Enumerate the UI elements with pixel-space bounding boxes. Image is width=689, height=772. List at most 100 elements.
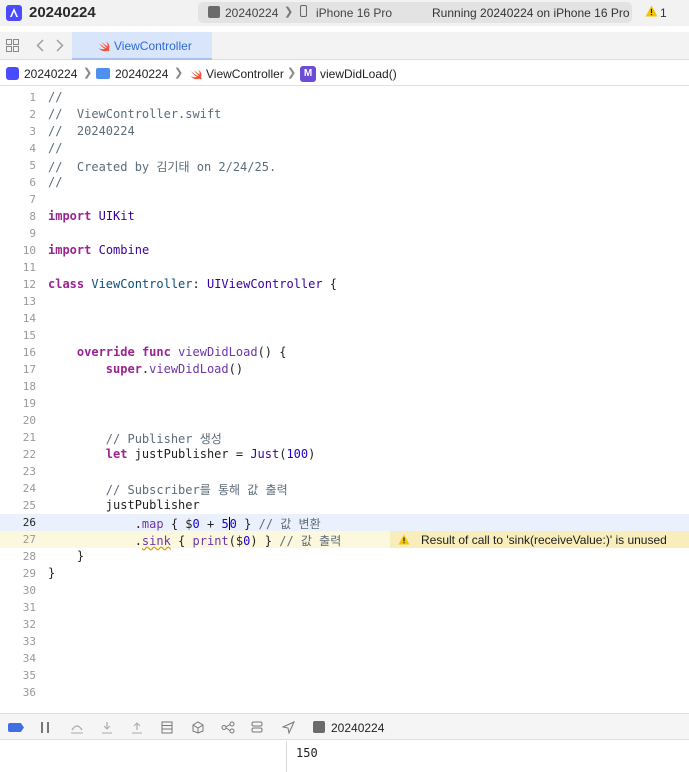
line-number: 17 [22, 363, 36, 376]
code-line[interactable]: 17 super.viewDidLoad() [0, 361, 689, 378]
line-number: 32 [22, 618, 36, 631]
code-line[interactable]: 8 import UIKit [0, 208, 689, 225]
line-number: 35 [22, 669, 36, 682]
code-text[interactable]: .sink { print($0) } // 값 출력 [48, 532, 342, 549]
environment-overrides-icon[interactable] [221, 721, 235, 734]
view-hierarchy-icon[interactable] [161, 721, 173, 734]
code-text[interactable]: justPublisher [48, 498, 200, 512]
code-line[interactable]: 21 // Publisher 생성 [0, 429, 689, 446]
code-line[interactable]: 15 [0, 327, 689, 344]
code-line[interactable]: 3 // 20240224 [0, 123, 689, 140]
code-line[interactable]: 20 [0, 412, 689, 429]
code-text[interactable]: // Created by 김기태 on 2/24/25. [48, 158, 276, 175]
chevron-right-icon[interactable] [56, 39, 64, 52]
warning-count[interactable]: 1 [660, 6, 667, 20]
memory-graph-icon[interactable] [191, 721, 204, 734]
line-number: 19 [22, 397, 36, 410]
run-destination[interactable]: iPhone 16 Pro [316, 6, 392, 20]
app-scheme-icon[interactable] [208, 6, 220, 18]
variables-view[interactable] [0, 741, 287, 772]
xcode-project-icon[interactable] [6, 67, 19, 80]
code-line[interactable]: 4 // [0, 140, 689, 157]
code-line[interactable]: 27 .sink { print($0) } // 값 출력 Result of … [0, 531, 689, 548]
debug-target-label[interactable]: 20240224 [331, 721, 384, 735]
code-text[interactable]: import Combine [48, 243, 149, 257]
warning-icon [398, 534, 410, 545]
code-text[interactable]: } [48, 549, 84, 563]
code-line[interactable]: 23 [0, 463, 689, 480]
code-text[interactable]: override func viewDidLoad() { [48, 345, 287, 359]
grid-icon[interactable] [6, 39, 19, 52]
code-line[interactable]: 22 let justPublisher = Just(100) [0, 446, 689, 463]
code-line[interactable]: 18 [0, 378, 689, 395]
jumpbar-project[interactable]: 20240224 [24, 67, 77, 81]
code-text[interactable]: // Publisher 생성 [48, 430, 222, 447]
code-line[interactable]: 25 justPublisher [0, 497, 689, 514]
code-line[interactable]: 6 // [0, 174, 689, 191]
folder-icon [96, 68, 110, 79]
simulate-location-icon[interactable] [251, 721, 263, 734]
code-line[interactable]: 14 [0, 310, 689, 327]
code-editor[interactable]: 1 // 2 // ViewController.swift 3 // 20240224 4… [0, 89, 689, 709]
code-line[interactable]: 10 import Combine [0, 242, 689, 259]
code-line[interactable]: 16 override func viewDidLoad() { [0, 344, 689, 361]
code-text[interactable]: // [48, 175, 62, 189]
line-number: 11 [22, 261, 36, 274]
code-line[interactable]: 29} [0, 565, 689, 582]
code-line[interactable]: 7 [0, 191, 689, 208]
code-line[interactable]: 19 [0, 395, 689, 412]
line-number: 24 [22, 482, 36, 495]
code-text[interactable]: // 20240224 [48, 124, 135, 138]
code-line[interactable]: 1 // [0, 89, 689, 106]
scheme-app-label[interactable]: 20240224 [225, 6, 278, 20]
jumpbar-group[interactable]: 20240224 [115, 67, 168, 81]
inline-warning-badge[interactable]: Result of call to 'sink(receiveValue:)' … [390, 531, 689, 548]
code-text[interactable]: super.viewDidLoad() [48, 362, 243, 376]
code-line[interactable]: 9 [0, 225, 689, 242]
code-text[interactable]: .map { $0 + 50 } // 값 변환 [48, 515, 321, 532]
jumpbar-file[interactable]: ViewController [206, 67, 284, 81]
code-line[interactable]: 12 class ViewController: UIViewController… [0, 276, 689, 293]
iphone-device-icon[interactable] [300, 5, 307, 17]
code-text[interactable]: import UIKit [48, 209, 135, 223]
code-line[interactable]: 35 [0, 667, 689, 684]
code-line[interactable]: 11 [0, 259, 689, 276]
code-text[interactable]: // ViewController.swift [48, 107, 221, 121]
code-line[interactable]: 33 [0, 633, 689, 650]
code-text[interactable]: } [48, 566, 55, 580]
title-bar: 20240224 20240224 ❯ iPhone 16 Pro Runnin… [0, 0, 689, 26]
code-line[interactable]: 5 // Created by 김기태 on 2/24/25. [0, 157, 689, 174]
code-line[interactable]: 2 // ViewController.swift [0, 106, 689, 123]
console-output[interactable]: 150 [296, 746, 318, 760]
line-number: 25 [22, 499, 36, 512]
line-number: 12 [22, 278, 36, 291]
code-text[interactable]: let justPublisher = Just(100) [48, 447, 316, 461]
xcode-project-icon[interactable] [6, 5, 22, 21]
code-line[interactable]: 34 [0, 650, 689, 667]
code-line[interactable]: 24 // Subscriber를 통해 값 출력 [0, 480, 689, 497]
step-into-icon[interactable] [101, 721, 113, 734]
method-icon: M [300, 66, 316, 82]
breakpoints-toggle-icon[interactable] [8, 723, 24, 732]
location-arrow-icon[interactable] [282, 721, 295, 734]
code-line[interactable]: 36 [0, 684, 689, 701]
chevron-left-icon[interactable] [36, 39, 44, 52]
chevron-right-icon: ❯ [287, 67, 297, 79]
code-text[interactable]: // [48, 141, 62, 155]
code-line[interactable]: 32 [0, 616, 689, 633]
pause-icon[interactable] [40, 721, 52, 734]
code-line[interactable]: 31 [0, 599, 689, 616]
code-line[interactable]: 28 } [0, 548, 689, 565]
line-number: 13 [22, 295, 36, 308]
warning-icon[interactable] [645, 5, 658, 17]
code-line[interactable]: 30 [0, 582, 689, 599]
code-text[interactable]: // [48, 90, 62, 104]
code-text[interactable]: // Subscriber를 통해 값 출력 [48, 481, 288, 498]
step-out-icon[interactable] [131, 721, 143, 734]
step-over-icon[interactable] [70, 721, 84, 734]
code-line[interactable]: 13 [0, 293, 689, 310]
jumpbar-method[interactable]: viewDidLoad() [320, 67, 397, 81]
tab-viewcontroller[interactable]: ViewController [72, 32, 212, 60]
code-text[interactable]: class ViewController: UIViewController { [48, 277, 337, 291]
code-line[interactable]: 26 .map { $0 + 50 } // 값 변환 [0, 514, 689, 531]
